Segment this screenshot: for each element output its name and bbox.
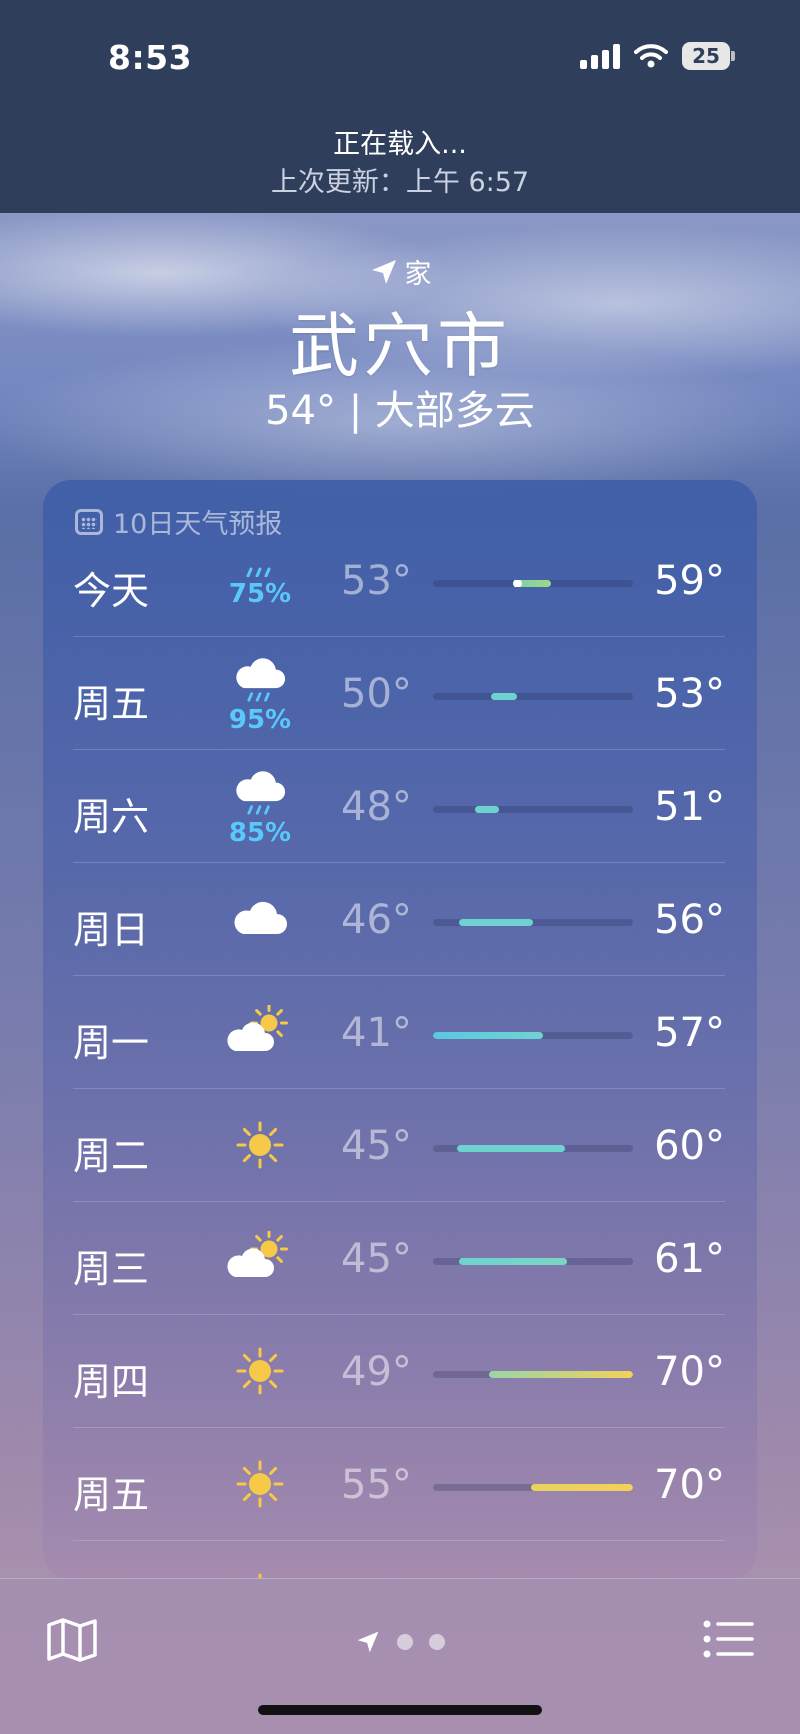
wifi-icon [634, 44, 668, 68]
forecast-day: 周一 [73, 1021, 150, 1065]
current-temp-dot [513, 580, 522, 587]
cellular-signal-icon [580, 43, 620, 69]
temperature-range-fill [459, 1258, 567, 1265]
low-temp: 48° [341, 784, 412, 830]
page-indicator[interactable] [0, 1629, 800, 1655]
location-arrow-icon[interactable] [355, 1629, 381, 1655]
temperature-range-bar [433, 1371, 633, 1378]
forecast-day: 周四 [73, 1360, 150, 1404]
status-time: 8:53 [108, 38, 193, 77]
page-dot[interactable] [429, 1634, 445, 1650]
low-temp: 46° [341, 897, 412, 943]
rain-icon: 75% [213, 538, 307, 622]
precipitation-chance: 95% [228, 705, 292, 735]
forecast-day: 今天 [73, 569, 150, 613]
location-label: 家 [404, 259, 432, 290]
high-temp: 53° [654, 671, 725, 717]
forecast-day: 周六 [73, 795, 150, 839]
high-temp: 51° [654, 784, 725, 830]
forecast-row[interactable]: 周日 46° 56° [73, 863, 725, 976]
forecast-day: 周三 [73, 1247, 150, 1291]
status-icons: 25 [580, 42, 735, 70]
temperature-range-fill [491, 693, 517, 700]
forecast-day: 周日 [73, 908, 150, 952]
temperature-range-fill [531, 1484, 633, 1491]
sun-icon [213, 1103, 307, 1187]
current-summary: 54° | 大部多云 [265, 388, 535, 434]
temperature-range-bar [433, 806, 633, 813]
home-indicator[interactable] [258, 1705, 542, 1715]
temperature-range-bar [433, 1145, 633, 1152]
city-name: 武穴市 [289, 305, 511, 387]
high-temp: 70° [654, 1462, 725, 1508]
high-temp: 57° [654, 1010, 725, 1056]
temperature-range-fill [459, 919, 533, 926]
partly-sunny-icon [213, 990, 307, 1074]
page-dot[interactable] [397, 1634, 413, 1650]
sun-icon [213, 1555, 307, 1580]
forecast-row[interactable]: 周五 95% 50° 53° [73, 637, 725, 750]
list-icon[interactable] [702, 1619, 754, 1659]
forecast-day: 周二 [73, 1134, 150, 1178]
forecast-row[interactable]: 周一 41° 57° [73, 976, 725, 1089]
heavy-rain-cloud-icon: 95% [213, 651, 307, 735]
forecast-row[interactable]: 周四 49° 70° [73, 1315, 725, 1428]
precipitation-chance: 75% [228, 579, 292, 609]
forecast-day: 周五 [73, 1473, 150, 1517]
partly-sunny-icon [213, 1216, 307, 1300]
sun-icon [213, 1442, 307, 1526]
forecast-row[interactable]: 周三 45° 61° [73, 1202, 725, 1315]
loading-banner: 8:53 25 正在载入... 上次更新：上午 6:57 [0, 0, 800, 213]
temperature-range-bar [433, 1258, 633, 1265]
low-temp: 53° [341, 558, 412, 604]
low-temp: 45° [341, 1123, 412, 1169]
low-temp: 45° [341, 1236, 412, 1282]
last-updated-text: 上次更新：上午 6:57 [270, 167, 530, 198]
heavy-rain-cloud-icon: 85% [213, 764, 307, 848]
forecast-list[interactable]: 今天 75% 53° 59° 周五 95% 50° 53° 周六 85% 48° 51° 周日 46° 56… [73, 524, 725, 1580]
high-temp: 60° [654, 1123, 725, 1169]
loading-text: 正在载入... [333, 129, 467, 160]
temperature-range-bar [433, 693, 633, 700]
temperature-range-bar [433, 919, 633, 926]
forecast-row[interactable]: 周六53°70° [73, 1541, 725, 1580]
low-temp: 50° [341, 671, 412, 717]
temperature-range-bar [433, 580, 633, 587]
temperature-range-bar [433, 1032, 633, 1039]
high-temp: 59° [654, 558, 725, 604]
temperature-range-bar [433, 1484, 633, 1491]
location-label-row: 家 [0, 252, 800, 291]
high-temp: 56° [654, 897, 725, 943]
high-temp: 61° [654, 1236, 725, 1282]
low-temp: 41° [341, 1010, 412, 1056]
forecast-day: 周五 [73, 682, 150, 726]
low-temp: 49° [341, 1349, 412, 1395]
forecast-row[interactable]: 周二 45° 60° [73, 1089, 725, 1202]
temperature-range-fill [475, 806, 499, 813]
temperature-range-fill [457, 1145, 565, 1152]
sun-icon [213, 1329, 307, 1413]
high-temp: 70° [654, 1349, 725, 1395]
location-arrow-icon [371, 259, 396, 284]
precipitation-chance: 85% [228, 818, 292, 848]
temperature-range-fill [517, 580, 551, 587]
temperature-range-fill [489, 1371, 633, 1378]
ten-day-forecast-card[interactable]: 10日天气预报 今天 75% 53° 59° 周五 95% 50° 53° 周六 85% 48° 51… [43, 480, 757, 1580]
forecast-row[interactable]: 今天 75% 53° 59° [73, 524, 725, 637]
cloud-icon [213, 877, 307, 961]
forecast-row[interactable]: 周五 55° 70° [73, 1428, 725, 1541]
temperature-range-fill [433, 1032, 543, 1039]
low-temp: 55° [341, 1462, 412, 1508]
forecast-row[interactable]: 周六 85% 48° 51° [73, 750, 725, 863]
battery-icon: 25 [682, 42, 735, 70]
